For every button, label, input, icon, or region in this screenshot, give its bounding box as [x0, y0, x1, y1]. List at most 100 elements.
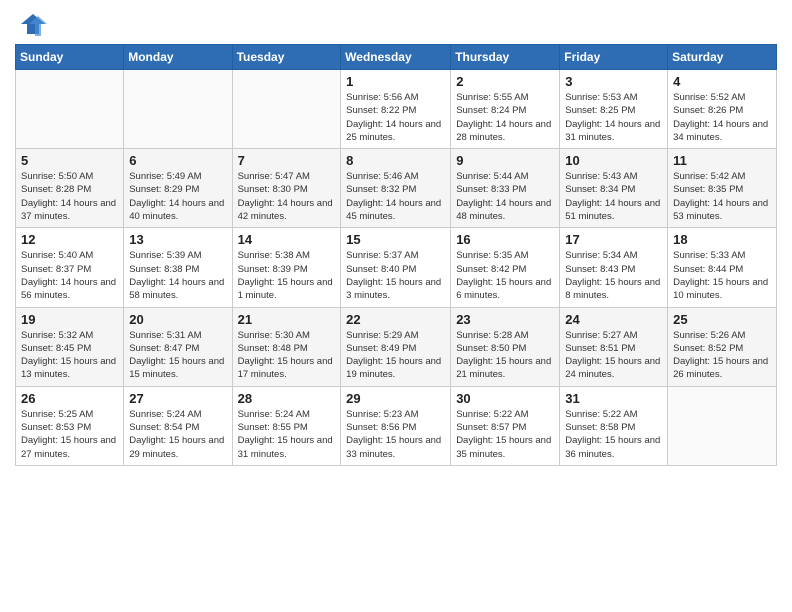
- calendar-cell: 22Sunrise: 5:29 AM Sunset: 8:49 PM Dayli…: [341, 307, 451, 386]
- day-info: Sunrise: 5:38 AM Sunset: 8:39 PM Dayligh…: [238, 249, 336, 302]
- day-number: 11: [673, 153, 771, 168]
- calendar-cell: 14 Sunrise: 5:38 AM Sunset: 8:39 PM Dayli…: [232, 228, 341, 307]
- day-number: 17: [565, 232, 662, 247]
- calendar-cell: 8 Sunrise: 5:46 AM Sunset: 8:32 PM Daylig…: [341, 149, 451, 228]
- day-info: Sunrise: 5:47 AM Sunset: 8:30 PM Dayligh…: [238, 170, 336, 223]
- calendar-cell: 4 Sunrise: 5:52 AM Sunset: 8:26 PM Daylig…: [668, 70, 777, 149]
- day-number: 14: [238, 232, 336, 247]
- calendar-cell: 5Sunrise: 5:50 AM Sunset: 8:28 PM Daylig…: [16, 149, 124, 228]
- calendar-cell: 11 Sunrise: 5:42 AM Sunset: 8:35 PM Dayli…: [668, 149, 777, 228]
- day-info: Sunrise: 5:27 AM Sunset: 8:51 PM Dayligh…: [565, 329, 662, 382]
- day-number: 25: [673, 312, 771, 327]
- day-number: 27: [129, 391, 226, 406]
- weekday-tuesday: Tuesday: [232, 45, 341, 70]
- calendar-week-2: 5Sunrise: 5:50 AM Sunset: 8:28 PM Daylig…: [16, 149, 777, 228]
- calendar-cell: 28 Sunrise: 5:24 AM Sunset: 8:55 PM Dayli…: [232, 386, 341, 465]
- day-number: 20: [129, 312, 226, 327]
- day-number: 1: [346, 74, 445, 89]
- logo: [15, 10, 47, 38]
- day-number: 8: [346, 153, 445, 168]
- calendar-cell: 16 Sunrise: 5:35 AM Sunset: 8:42 PM Dayli…: [451, 228, 560, 307]
- calendar-cell: 29 Sunrise: 5:23 AM Sunset: 8:56 PM Dayli…: [341, 386, 451, 465]
- day-number: 3: [565, 74, 662, 89]
- day-number: 4: [673, 74, 771, 89]
- weekday-thursday: Thursday: [451, 45, 560, 70]
- day-number: 9: [456, 153, 554, 168]
- day-info: Sunrise: 5:44 AM Sunset: 8:33 PM Dayligh…: [456, 170, 554, 223]
- day-info: Sunrise: 5:42 AM Sunset: 8:35 PM Dayligh…: [673, 170, 771, 223]
- calendar-cell: 20 Sunrise: 5:31 AM Sunset: 8:47 PM Dayli…: [124, 307, 232, 386]
- day-info: Sunrise: 5:24 AM Sunset: 8:55 PM Dayligh…: [238, 408, 336, 461]
- day-number: 7: [238, 153, 336, 168]
- calendar-cell: 6 Sunrise: 5:49 AM Sunset: 8:29 PM Daylig…: [124, 149, 232, 228]
- calendar-cell: 13Sunrise: 5:39 AM Sunset: 8:38 PM Dayli…: [124, 228, 232, 307]
- calendar-week-4: 19 Sunrise: 5:32 AM Sunset: 8:45 PM Dayli…: [16, 307, 777, 386]
- calendar-cell: 9 Sunrise: 5:44 AM Sunset: 8:33 PM Daylig…: [451, 149, 560, 228]
- calendar: SundayMondayTuesdayWednesdayThursdayFrid…: [15, 44, 777, 466]
- day-info: Sunrise: 5:22 AM Sunset: 8:58 PM Dayligh…: [565, 408, 662, 461]
- day-info: Sunrise: 5:49 AM Sunset: 8:29 PM Dayligh…: [129, 170, 226, 223]
- calendar-cell: 30Sunrise: 5:22 AM Sunset: 8:57 PM Dayli…: [451, 386, 560, 465]
- calendar-cell: [124, 70, 232, 149]
- calendar-cell: [232, 70, 341, 149]
- day-info: Sunrise: 5:46 AM Sunset: 8:32 PM Dayligh…: [346, 170, 445, 223]
- calendar-cell: 3 Sunrise: 5:53 AM Sunset: 8:25 PM Daylig…: [560, 70, 668, 149]
- calendar-cell: 21 Sunrise: 5:30 AM Sunset: 8:48 PM Dayli…: [232, 307, 341, 386]
- weekday-saturday: Saturday: [668, 45, 777, 70]
- day-info: Sunrise: 5:40 AM Sunset: 8:37 PM Dayligh…: [21, 249, 118, 302]
- calendar-cell: 10 Sunrise: 5:43 AM Sunset: 8:34 PM Dayli…: [560, 149, 668, 228]
- day-info: Sunrise: 5:29 AM Sunset: 8:49 PM Dayligh…: [346, 329, 445, 382]
- day-info: Sunrise: 5:56 AM Sunset: 8:22 PM Dayligh…: [346, 91, 445, 144]
- day-number: 24: [565, 312, 662, 327]
- day-info: Sunrise: 5:39 AM Sunset: 8:38 PM Dayligh…: [129, 249, 226, 302]
- day-info: Sunrise: 5:52 AM Sunset: 8:26 PM Dayligh…: [673, 91, 771, 144]
- day-number: 30: [456, 391, 554, 406]
- calendar-cell: 31 Sunrise: 5:22 AM Sunset: 8:58 PM Dayli…: [560, 386, 668, 465]
- weekday-header-row: SundayMondayTuesdayWednesdayThursdayFrid…: [16, 45, 777, 70]
- calendar-cell: 19 Sunrise: 5:32 AM Sunset: 8:45 PM Dayli…: [16, 307, 124, 386]
- day-info: Sunrise: 5:34 AM Sunset: 8:43 PM Dayligh…: [565, 249, 662, 302]
- day-info: Sunrise: 5:24 AM Sunset: 8:54 PM Dayligh…: [129, 408, 226, 461]
- day-info: Sunrise: 5:55 AM Sunset: 8:24 PM Dayligh…: [456, 91, 554, 144]
- day-number: 10: [565, 153, 662, 168]
- day-info: Sunrise: 5:23 AM Sunset: 8:56 PM Dayligh…: [346, 408, 445, 461]
- calendar-cell: 18Sunrise: 5:33 AM Sunset: 8:44 PM Dayli…: [668, 228, 777, 307]
- day-number: 31: [565, 391, 662, 406]
- day-info: Sunrise: 5:35 AM Sunset: 8:42 PM Dayligh…: [456, 249, 554, 302]
- day-number: 19: [21, 312, 118, 327]
- calendar-cell: 2 Sunrise: 5:55 AM Sunset: 8:24 PM Daylig…: [451, 70, 560, 149]
- day-info: Sunrise: 5:32 AM Sunset: 8:45 PM Dayligh…: [21, 329, 118, 382]
- calendar-cell: 27 Sunrise: 5:24 AM Sunset: 8:54 PM Dayli…: [124, 386, 232, 465]
- calendar-week-5: 26 Sunrise: 5:25 AM Sunset: 8:53 PM Dayli…: [16, 386, 777, 465]
- calendar-week-1: 1 Sunrise: 5:56 AM Sunset: 8:22 PM Daylig…: [16, 70, 777, 149]
- logo-icon: [19, 10, 47, 38]
- weekday-friday: Friday: [560, 45, 668, 70]
- calendar-cell: 25 Sunrise: 5:26 AM Sunset: 8:52 PM Dayli…: [668, 307, 777, 386]
- day-number: 26: [21, 391, 118, 406]
- day-info: Sunrise: 5:50 AM Sunset: 8:28 PM Dayligh…: [21, 170, 118, 223]
- day-info: Sunrise: 5:28 AM Sunset: 8:50 PM Dayligh…: [456, 329, 554, 382]
- calendar-week-3: 12Sunrise: 5:40 AM Sunset: 8:37 PM Dayli…: [16, 228, 777, 307]
- page: SundayMondayTuesdayWednesdayThursdayFrid…: [0, 0, 792, 612]
- day-info: Sunrise: 5:25 AM Sunset: 8:53 PM Dayligh…: [21, 408, 118, 461]
- weekday-sunday: Sunday: [16, 45, 124, 70]
- day-number: 15: [346, 232, 445, 247]
- day-info: Sunrise: 5:26 AM Sunset: 8:52 PM Dayligh…: [673, 329, 771, 382]
- calendar-cell: 15 Sunrise: 5:37 AM Sunset: 8:40 PM Dayli…: [341, 228, 451, 307]
- calendar-cell: 7 Sunrise: 5:47 AM Sunset: 8:30 PM Daylig…: [232, 149, 341, 228]
- day-number: 29: [346, 391, 445, 406]
- calendar-cell: 24 Sunrise: 5:27 AM Sunset: 8:51 PM Dayli…: [560, 307, 668, 386]
- day-number: 2: [456, 74, 554, 89]
- day-number: 16: [456, 232, 554, 247]
- day-info: Sunrise: 5:30 AM Sunset: 8:48 PM Dayligh…: [238, 329, 336, 382]
- calendar-cell: [668, 386, 777, 465]
- weekday-wednesday: Wednesday: [341, 45, 451, 70]
- day-info: Sunrise: 5:37 AM Sunset: 8:40 PM Dayligh…: [346, 249, 445, 302]
- day-info: Sunrise: 5:43 AM Sunset: 8:34 PM Dayligh…: [565, 170, 662, 223]
- day-number: 21: [238, 312, 336, 327]
- day-info: Sunrise: 5:53 AM Sunset: 8:25 PM Dayligh…: [565, 91, 662, 144]
- day-info: Sunrise: 5:31 AM Sunset: 8:47 PM Dayligh…: [129, 329, 226, 382]
- calendar-cell: [16, 70, 124, 149]
- day-number: 6: [129, 153, 226, 168]
- day-number: 28: [238, 391, 336, 406]
